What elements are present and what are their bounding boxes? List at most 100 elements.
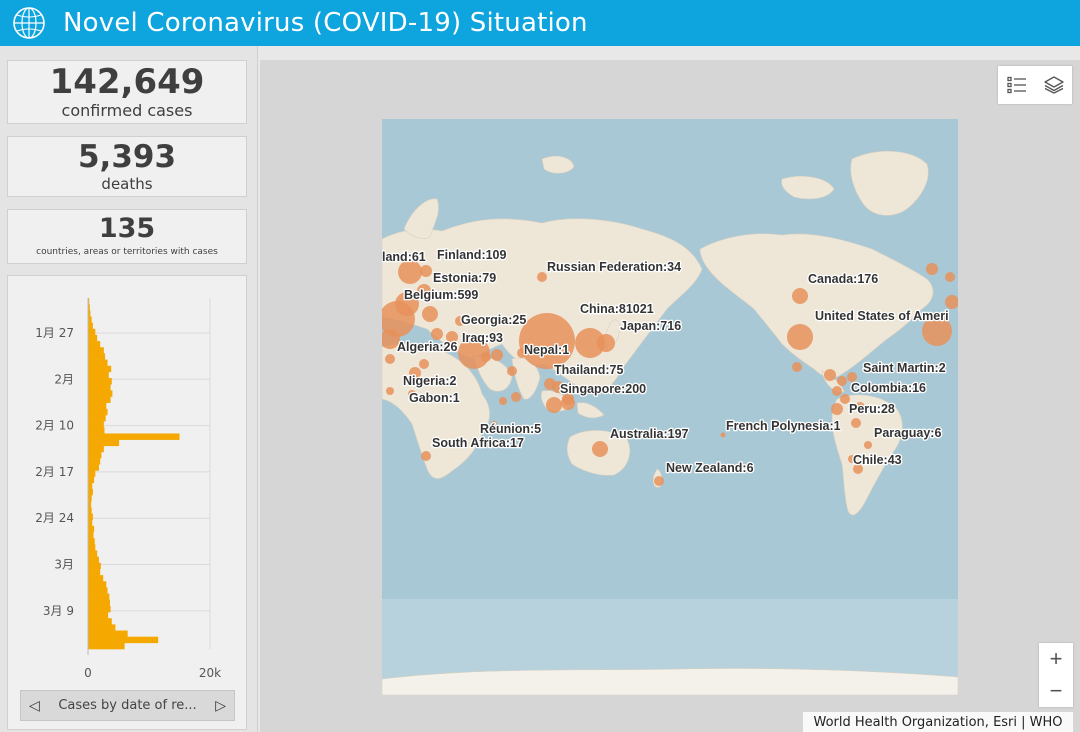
- bubble-jamaica[interactable]: [837, 376, 847, 386]
- bar[interactable]: [88, 458, 101, 465]
- bar[interactable]: [88, 433, 180, 440]
- bar[interactable]: [88, 636, 159, 644]
- bar[interactable]: [88, 581, 107, 588]
- bubble-finland[interactable]: [420, 265, 432, 277]
- bubble-panama[interactable]: [832, 386, 842, 396]
- bubble-cuba[interactable]: [824, 369, 836, 381]
- bar[interactable]: [88, 575, 104, 582]
- bubble-canada[interactable]: [792, 288, 808, 304]
- bar[interactable]: [88, 618, 112, 625]
- bar[interactable]: [88, 587, 108, 594]
- bar[interactable]: [88, 451, 102, 459]
- bar[interactable]: [88, 359, 108, 367]
- bar[interactable]: [88, 341, 101, 348]
- zoom-in-button[interactable]: +: [1039, 643, 1073, 675]
- bubble-iraq[interactable]: [481, 352, 491, 362]
- bar[interactable]: [88, 396, 111, 403]
- bar[interactable]: [88, 630, 128, 637]
- bar[interactable]: [88, 322, 93, 330]
- bubble-paraguay[interactable]: [864, 441, 872, 449]
- bubble-new-zealand[interactable]: [654, 476, 664, 486]
- epi-curve-chart[interactable]: 1月 27 2月 2月 10 2月 17 2月 24 3月 3月 9 0 20k: [8, 276, 246, 729]
- bar[interactable]: [88, 371, 109, 379]
- label-thailand: Thailand:75: [554, 363, 624, 377]
- bar[interactable]: [88, 612, 109, 619]
- bar[interactable]: [88, 532, 94, 539]
- bar[interactable]: [88, 316, 92, 323]
- bubble-mexico[interactable]: [792, 362, 802, 372]
- label-iceland: land:61: [382, 250, 426, 264]
- page-title: Novel Coronavirus (COVID-19) Situation: [63, 8, 588, 38]
- bar[interactable]: [88, 495, 92, 502]
- bubble-australia[interactable]: [592, 441, 608, 457]
- bar[interactable]: [88, 642, 125, 650]
- bar[interactable]: [88, 384, 111, 391]
- bubble-south-africa[interactable]: [421, 451, 431, 461]
- bar[interactable]: [88, 550, 98, 557]
- bar[interactable]: [88, 470, 96, 477]
- bubble-greece[interactable]: [431, 328, 443, 340]
- bubble-oman[interactable]: [507, 366, 517, 376]
- bar[interactable]: [88, 353, 106, 360]
- x-tick-label: 20k: [199, 666, 221, 680]
- bar[interactable]: [88, 482, 93, 490]
- bar[interactable]: [88, 605, 111, 613]
- bar[interactable]: [88, 513, 93, 520]
- bubble-sri-lanka[interactable]: [511, 392, 521, 402]
- bar[interactable]: [88, 624, 116, 631]
- bar[interactable]: [88, 568, 101, 576]
- bar[interactable]: [88, 365, 112, 373]
- chevron-right-icon[interactable]: ▷: [215, 697, 226, 714]
- bar[interactable]: [88, 415, 106, 422]
- bar[interactable]: [88, 488, 93, 496]
- bar[interactable]: [88, 427, 105, 434]
- bar[interactable]: [88, 562, 101, 570]
- bar[interactable]: [88, 378, 112, 385]
- bar[interactable]: [88, 439, 120, 447]
- bubble-usa[interactable]: [787, 324, 813, 350]
- bar[interactable]: [88, 328, 96, 336]
- bubble-china[interactable]: [519, 313, 575, 369]
- map-attribution: World Health Organization, Esri | WHO: [803, 712, 1073, 732]
- legend-list-icon[interactable]: [1004, 72, 1030, 98]
- bar[interactable]: [88, 402, 107, 410]
- label-finland: Finland:109: [437, 248, 507, 262]
- countries-card: 135 countries, areas or territories with…: [7, 209, 247, 264]
- bar[interactable]: [88, 507, 92, 514]
- bubble-nigeria[interactable]: [386, 387, 394, 395]
- bubble-algeria[interactable]: [385, 354, 395, 364]
- bubble-bolivia[interactable]: [851, 418, 861, 428]
- bubble-malaysia[interactable]: [546, 397, 562, 413]
- bubble-israel[interactable]: [419, 359, 429, 369]
- bubble-poland[interactable]: [422, 306, 438, 322]
- bar[interactable]: [88, 464, 99, 471]
- bubble-japan[interactable]: [597, 334, 615, 352]
- bubble-french-polynesia[interactable]: [720, 432, 726, 438]
- bar[interactable]: [88, 421, 104, 428]
- chevron-left-icon[interactable]: ◁: [29, 697, 40, 714]
- bubble-maldives[interactable]: [499, 397, 507, 405]
- bar[interactable]: [88, 347, 104, 354]
- bar[interactable]: [88, 519, 93, 527]
- bubble-canada-east[interactable]: [926, 263, 938, 275]
- bar[interactable]: [88, 593, 110, 601]
- bar[interactable]: [88, 390, 113, 397]
- bubble-philippines[interactable]: [561, 396, 575, 410]
- bubble-iceland-east[interactable]: [945, 272, 955, 282]
- bubble-kuwait[interactable]: [491, 349, 503, 361]
- bar[interactable]: [88, 476, 95, 484]
- bubble-russia[interactable]: [537, 272, 547, 282]
- layers-icon[interactable]: [1041, 72, 1067, 98]
- bar[interactable]: [88, 544, 96, 551]
- world-map[interactable]: Finland:109 land:61 Estonia:79 Belgium:5…: [382, 119, 958, 695]
- bar[interactable]: [88, 556, 99, 564]
- bar[interactable]: [88, 334, 98, 342]
- confirmed-cases-label: confirmed cases: [61, 101, 193, 120]
- bar[interactable]: [88, 408, 108, 416]
- bar[interactable]: [88, 445, 104, 453]
- bar[interactable]: [88, 538, 95, 545]
- zoom-out-button[interactable]: −: [1039, 675, 1073, 707]
- bar[interactable]: [88, 599, 110, 607]
- bar[interactable]: [88, 525, 95, 533]
- bubble-peru[interactable]: [831, 403, 843, 415]
